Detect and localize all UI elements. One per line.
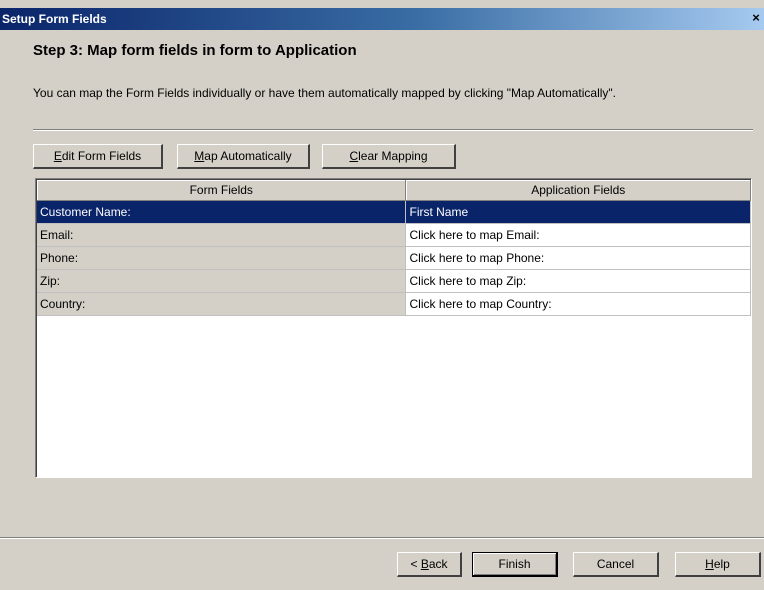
help-mnemonic: H bbox=[705, 557, 714, 571]
edit-mnemonic: E bbox=[53, 149, 62, 163]
clear-mnemonic: C bbox=[349, 149, 359, 163]
edit-form-fields-button[interactable]: Edit Form Fields bbox=[33, 144, 163, 169]
application-field-cell[interactable]: Click here to map Email: bbox=[406, 224, 751, 247]
column-header-form-fields[interactable]: Form Fields bbox=[37, 180, 407, 201]
form-field-cell[interactable]: Phone: bbox=[37, 247, 407, 270]
grid-header: Form Fields Application Fields bbox=[37, 180, 751, 201]
back-button[interactable]: < Back bbox=[397, 552, 462, 577]
table-row[interactable]: Phone: Click here to map Phone: bbox=[37, 247, 751, 270]
setup-form-fields-dialog: Setup Form Fields × Step 3: Map form fie… bbox=[0, 0, 764, 590]
table-row[interactable]: Country: Click here to map Country: bbox=[37, 293, 751, 316]
clear-mapping-button[interactable]: Clear Mapping bbox=[322, 144, 456, 169]
finish-button[interactable]: Finish bbox=[472, 552, 558, 577]
application-field-cell[interactable]: Click here to map Zip: bbox=[406, 270, 751, 293]
form-field-cell[interactable]: Customer Name: bbox=[37, 201, 407, 224]
cancel-button[interactable]: Cancel bbox=[573, 552, 659, 577]
form-field-cell[interactable]: Zip: bbox=[37, 270, 407, 293]
back-mnemonic: B bbox=[420, 557, 429, 571]
instructions-text: You can map the Form Fields individually… bbox=[33, 86, 617, 100]
map-label: ap Automatically bbox=[204, 149, 292, 163]
help-label: elp bbox=[713, 557, 730, 571]
application-field-cell[interactable]: Click here to map Phone: bbox=[406, 247, 751, 270]
clear-label: lear Mapping bbox=[358, 149, 428, 163]
form-field-cell[interactable]: Email: bbox=[37, 224, 407, 247]
application-field-cell[interactable]: Click here to map Country: bbox=[406, 293, 751, 316]
column-header-application-fields[interactable]: Application Fields bbox=[406, 180, 751, 201]
step-title: Step 3: Map form fields in form to Appli… bbox=[33, 42, 357, 59]
top-divider bbox=[33, 129, 753, 131]
bottom-divider bbox=[0, 537, 764, 539]
field-mapping-grid[interactable]: Form Fields Application Fields Customer … bbox=[35, 178, 752, 478]
edit-label: dit Form Fields bbox=[61, 149, 142, 163]
map-mnemonic: M bbox=[194, 149, 205, 163]
title-bar[interactable]: Setup Form Fields × bbox=[0, 8, 764, 30]
table-row[interactable]: Zip: Click here to map Zip: bbox=[37, 270, 751, 293]
help-button[interactable]: Help bbox=[675, 552, 761, 577]
form-field-cell[interactable]: Country: bbox=[37, 293, 407, 316]
table-row[interactable]: Customer Name: First Name bbox=[37, 201, 751, 224]
map-automatically-button[interactable]: Map Automatically bbox=[177, 144, 310, 169]
back-prefix: < bbox=[410, 557, 421, 571]
back-label: ack bbox=[428, 557, 448, 571]
window-title: Setup Form Fields bbox=[2, 12, 107, 26]
application-field-cell[interactable]: First Name bbox=[406, 201, 751, 224]
table-row[interactable]: Email: Click here to map Email: bbox=[37, 224, 751, 247]
close-icon[interactable]: × bbox=[748, 9, 764, 27]
